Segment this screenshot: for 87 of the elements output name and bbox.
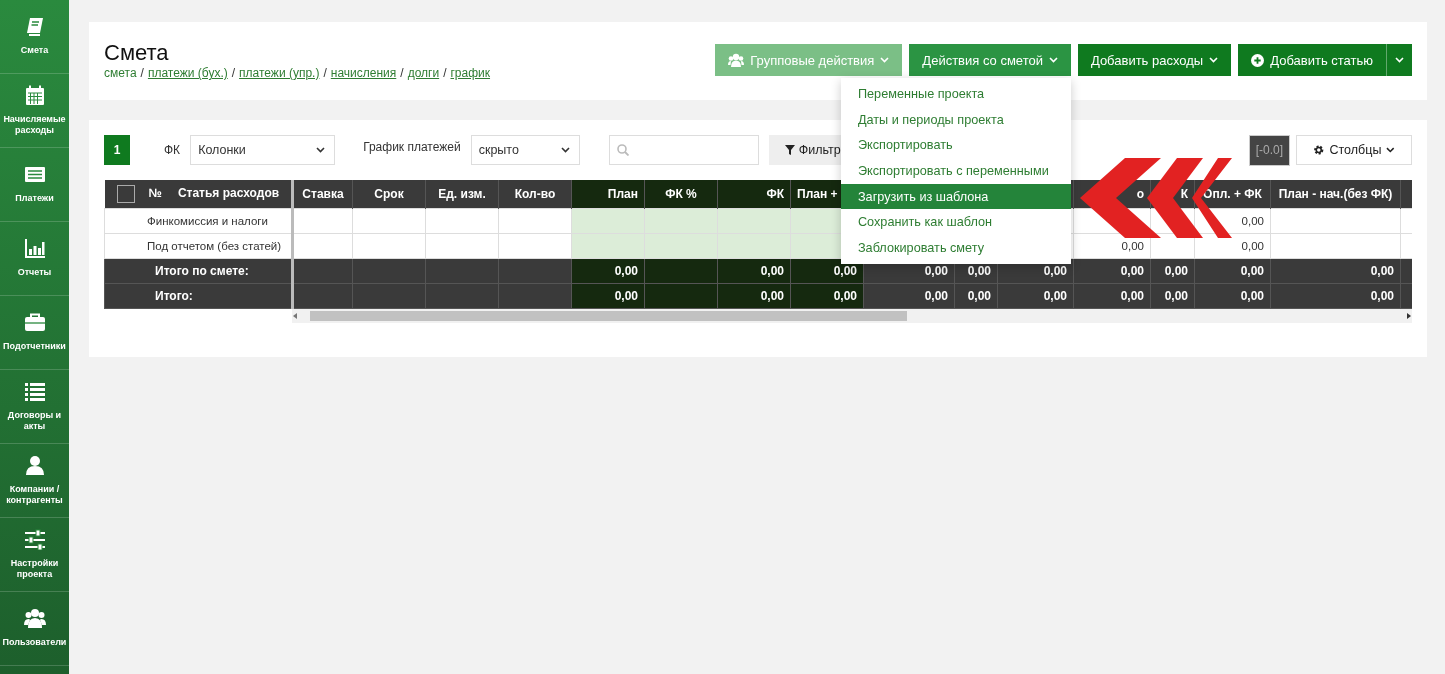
table-cell — [292, 208, 353, 233]
breadcrumb-separator: / — [443, 66, 447, 80]
field-label: ФК — [164, 143, 181, 157]
total-label: Итого: — [104, 283, 293, 308]
sidebar-item[interactable]: Пользователи — [0, 592, 69, 666]
table-cell: 0,00 — [1194, 283, 1271, 308]
chevron-down-icon — [1209, 57, 1219, 63]
search-field[interactable] — [608, 135, 759, 165]
chevron-down-icon — [560, 147, 570, 153]
sidebar-item[interactable]: Начисляемые расходы — [0, 74, 69, 148]
chevron-down-icon — [1395, 57, 1404, 63]
breadcrumb-current: смета — [104, 66, 137, 80]
column-header: Статья расходов — [177, 185, 280, 200]
table-cell — [292, 233, 353, 258]
column-header: Ставка — [292, 180, 353, 208]
breadcrumb-link[interactable]: платежи (упр.) — [239, 66, 320, 80]
chevron-down-icon — [1048, 57, 1058, 63]
count-badge: 1 — [104, 135, 130, 165]
sidebar-item[interactable]: Договоры и акты — [0, 370, 69, 444]
users-icon — [23, 608, 46, 630]
scroll-right-icon — [1406, 311, 1412, 320]
sidebar-item[interactable]: Подотчетники — [0, 296, 69, 370]
split-caret-button[interactable] — [1386, 44, 1412, 76]
dropdown-button[interactable]: Добавить расходы — [1077, 44, 1232, 76]
sidebar-item[interactable]: Платежи — [0, 148, 69, 222]
column-header: Срок — [352, 180, 426, 208]
chevron-down-icon — [1386, 147, 1395, 153]
breadcrumb-link[interactable]: начисления — [330, 66, 397, 80]
select-all-checkbox[interactable] — [116, 184, 135, 203]
briefcase-icon — [23, 312, 46, 334]
breadcrumb-separator: / — [140, 66, 144, 80]
sidebar-item[interactable]: Отчеты — [0, 222, 69, 296]
users-icon — [728, 53, 745, 67]
table-cell: 0,00 — [1194, 258, 1271, 283]
sidebar-item[interactable]: Настройки проекта — [0, 518, 69, 592]
sidebar-item[interactable]: Компании / контрагенты — [0, 444, 69, 518]
column-header: Ед. изм. — [425, 180, 499, 208]
breadcrumb-link[interactable]: платежи (бух.) — [147, 66, 228, 80]
column-header: ФК % — [644, 180, 718, 208]
column-header: ФК — [717, 180, 791, 208]
dropdown-button[interactable]: Действия со сметой — [909, 44, 1071, 76]
user-icon — [23, 454, 46, 476]
menu-item[interactable]: Переменные проекта — [840, 81, 1071, 107]
settings-icon — [1313, 144, 1325, 156]
sliders-icon — [23, 528, 46, 550]
breadcrumb-separator: / — [323, 66, 327, 80]
table-cell: 0,00 — [1270, 258, 1401, 283]
table-cell: 0,00 — [1270, 283, 1401, 308]
search-icon — [616, 144, 629, 156]
column-header: Кол-во — [498, 180, 572, 208]
scroll-left-icon — [292, 311, 298, 320]
table-cell: 0,00 — [1150, 258, 1195, 283]
columns-button[interactable]: Столбцы — [1296, 135, 1412, 165]
breadcrumb-link[interactable]: долги — [407, 66, 440, 80]
table-cell: 0,00 — [1073, 283, 1151, 308]
table-cell: 0,00 — [1150, 283, 1195, 308]
menu-item[interactable]: Даты и периоды проекта — [840, 106, 1071, 133]
column-header: План — [571, 180, 645, 208]
table-cell: 0,00 — [997, 283, 1074, 308]
column-header: План - нач.(без ФК) — [1270, 180, 1401, 208]
breadcrumb-separator: / — [231, 66, 236, 80]
plus-circle-icon — [1251, 53, 1265, 67]
dropdown-button[interactable]: Добавить статью — [1238, 44, 1386, 76]
list-icon — [23, 380, 46, 402]
calendar-icon — [23, 84, 46, 106]
select-field[interactable]: скрыто — [470, 135, 580, 165]
value-readout: [-0.0] — [1248, 134, 1290, 166]
chevron-down-icon — [880, 57, 890, 63]
table-cell — [292, 258, 353, 283]
bar-chart-icon — [23, 238, 46, 260]
menu-item[interactable]: Заблокировать смету — [840, 235, 1071, 261]
breadcrumb-separator: / — [400, 66, 404, 80]
table-cell — [292, 283, 353, 308]
breadcrumb-link[interactable]: график — [450, 66, 491, 80]
select-field[interactable]: Колонки — [190, 135, 336, 165]
table-cell: 0,00 — [1073, 258, 1151, 283]
table-cell: 0,00 — [954, 283, 998, 308]
table-cell: 0,00 — [863, 283, 955, 308]
menu-item[interactable]: Сохранить как шаблон — [840, 209, 1071, 236]
field-label: График платежей — [363, 140, 461, 154]
column-header: № — [148, 185, 162, 200]
sidebar-item[interactable]: Смета — [0, 0, 69, 74]
menu-item[interactable]: Загрузить из шаблона — [840, 183, 1071, 210]
table-cell — [1400, 208, 1412, 233]
filter-icon — [784, 145, 795, 155]
chevron-down-icon — [316, 147, 326, 153]
page-title: Смета — [104, 41, 170, 65]
